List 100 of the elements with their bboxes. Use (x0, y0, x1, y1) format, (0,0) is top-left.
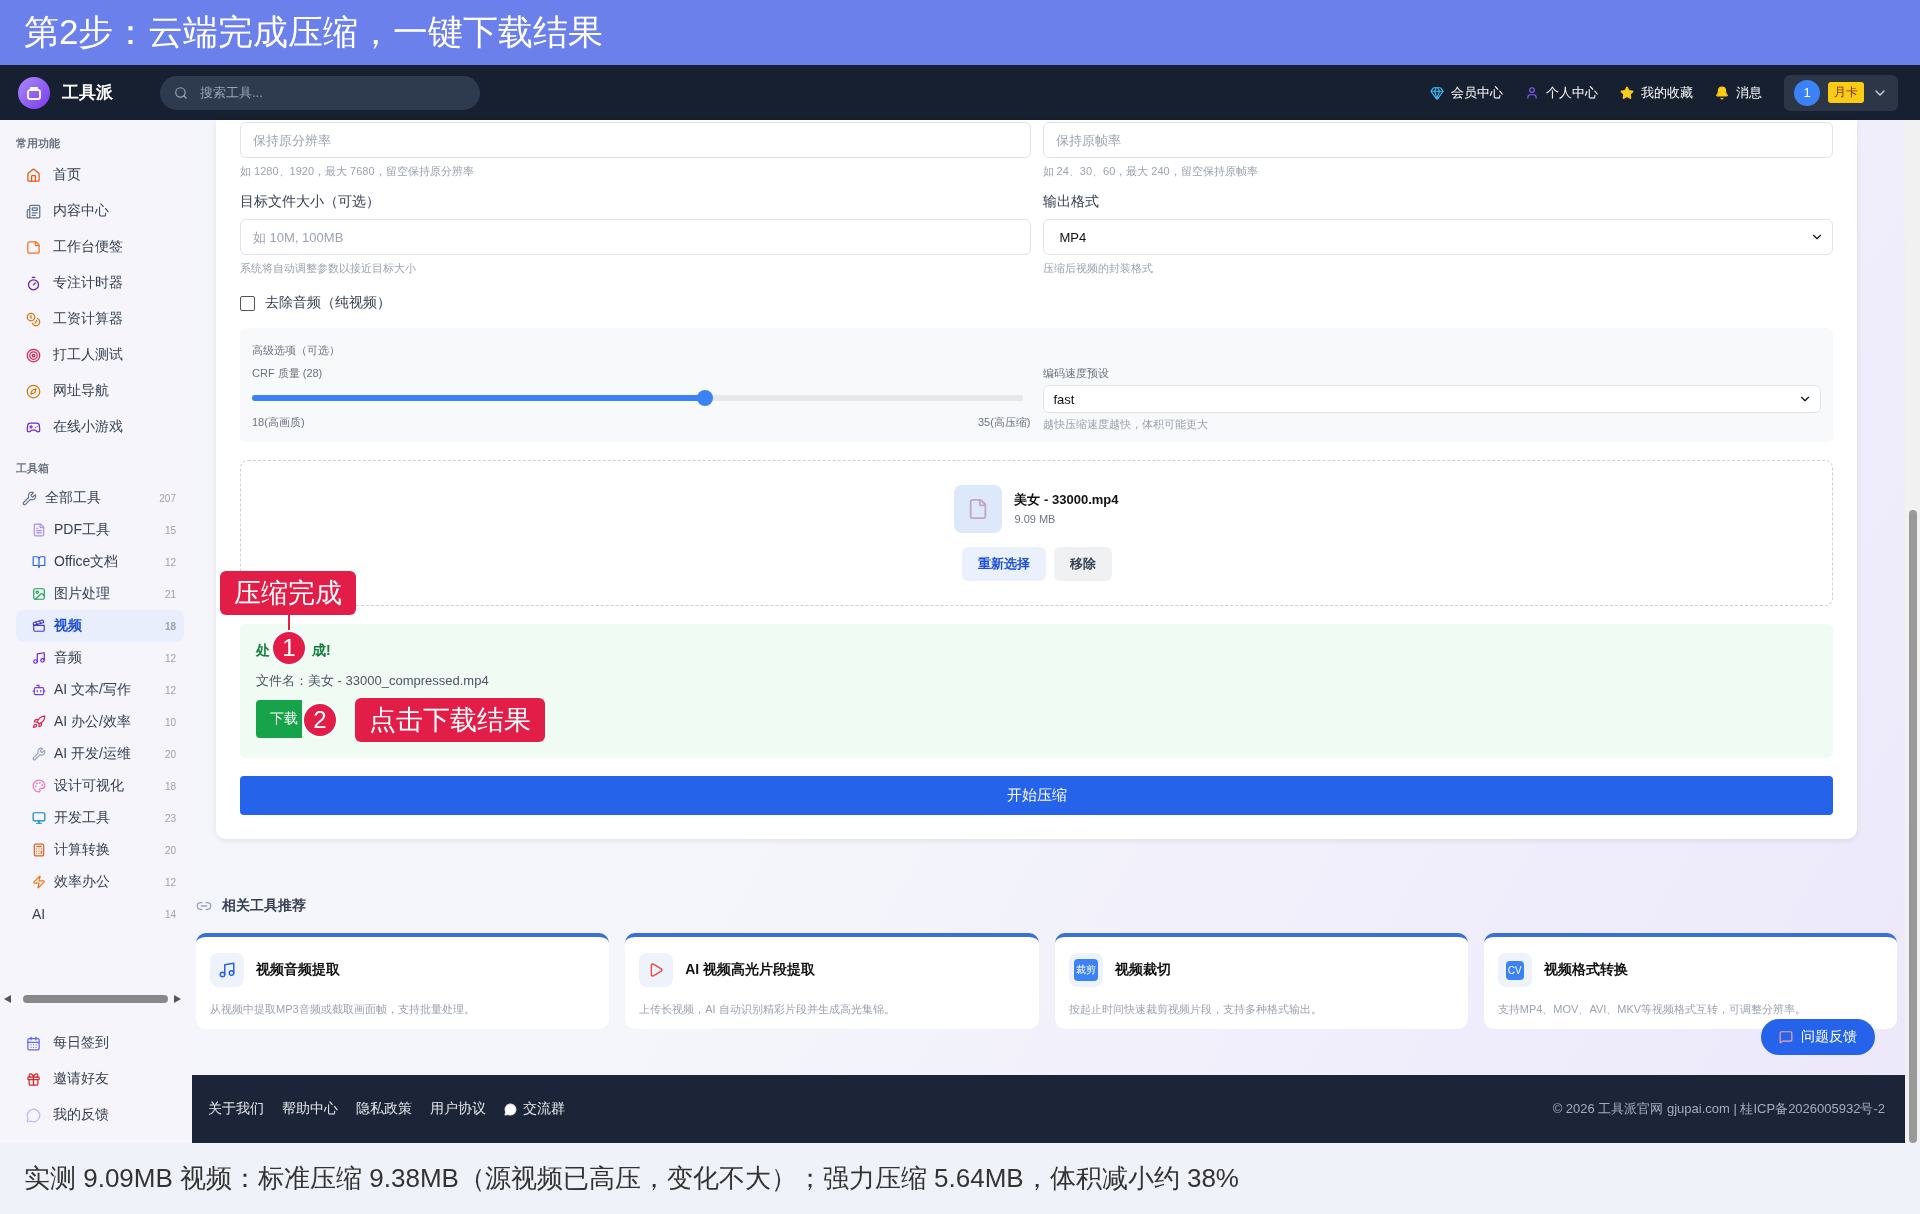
item-count: 18 (164, 620, 176, 632)
item-count: 15 (164, 524, 176, 536)
result-title: 成! (312, 642, 331, 660)
sidebar-item[interactable]: 视频 18 (16, 610, 184, 642)
slider-thumb[interactable] (697, 390, 714, 406)
sidebar-item[interactable]: 首页 (16, 157, 184, 193)
nav-link[interactable]: 会员中心 (1430, 83, 1503, 102)
item-count: 12 (164, 556, 176, 568)
scrollbar[interactable] (1905, 120, 1920, 1143)
remove-button[interactable]: 移除 (1053, 547, 1112, 581)
item-count: 20 (164, 748, 176, 760)
house-icon (26, 167, 41, 183)
resolution-field[interactable]: 保持原分辨率 (240, 122, 1031, 158)
tool-card[interactable]: 视频音频提取 从视频中提取MP3音频或截取画面帧，支持批量处理。 (196, 933, 610, 1029)
slider-label: CRF 质量 (28) (252, 366, 324, 381)
sidebar-item[interactable]: 专注计时器 (16, 265, 184, 301)
footer-link[interactable]: 隐私政策 (356, 1100, 412, 1118)
sidebar-item[interactable]: 全部工具 207 (16, 482, 184, 514)
search-bar[interactable]: 搜索工具... (160, 75, 480, 110)
file-size-field[interactable]: 如 10M, 100MB (240, 219, 1031, 255)
robot-icon (32, 683, 46, 697)
field-hint: 越快压缩速度越快，体积可能更大 (1042, 417, 1209, 432)
sidebar-item[interactable]: 在线小游戏 (16, 409, 184, 445)
sidebar-item[interactable]: AI 开发/运维 20 (16, 738, 184, 770)
section-title: 相关工具推荐 (222, 897, 306, 915)
tools-icon (22, 490, 37, 506)
rocket-icon (32, 715, 46, 729)
field-hint: 压缩后视频的封装格式 (1042, 261, 1154, 276)
field-label: 编码速度预设 (1042, 366, 1110, 381)
frame-rate-field[interactable]: 保持原帧率 (1042, 122, 1833, 158)
result-file-name: 文件名：美女 - 33000_compressed.mp4 (256, 672, 490, 690)
scrollbar-thumb[interactable] (1908, 510, 1917, 1143)
tool-description: 从视频中提取MP3音频或截取画面帧，支持批量处理。 (210, 1003, 475, 1015)
logo-icon[interactable] (18, 76, 50, 109)
sidebar-item[interactable]: 设计可视化 18 (16, 770, 184, 802)
tool-card[interactable]: CV 视频格式转换 支持MP4、MOV、AVI、MKV等视频格式互转，可调整分辨率。 (1483, 933, 1897, 1029)
sidebar-item[interactable]: 图片处理 21 (16, 578, 184, 610)
feedback-icon (1779, 1030, 1793, 1044)
wrench-icon (32, 747, 46, 761)
footer-link[interactable]: 用户协议 (430, 1100, 486, 1118)
reselect-button[interactable]: 重新选择 (961, 547, 1046, 581)
sidebar-item[interactable]: 开发工具 23 (16, 802, 184, 834)
scroll-right-icon[interactable] (174, 995, 181, 1003)
sidebar-item[interactable]: AI 办公/效率 10 (16, 706, 184, 738)
book-icon (32, 555, 46, 569)
scroll-left-icon[interactable] (4, 995, 11, 1003)
user-menu-button[interactable]: 1 月卡 (1784, 74, 1898, 111)
note-icon (26, 239, 41, 255)
sidebar-item[interactable]: 打工人测试 (16, 337, 184, 373)
slider-min-label: 18(高画质) (252, 415, 305, 430)
sidebar-item[interactable]: PDF工具 15 (16, 514, 184, 546)
tag-icon: CV (1505, 960, 1524, 980)
file-size: 9.09 MB (1014, 513, 1056, 525)
file-name: 美女 - 33000.mp4 (1014, 491, 1119, 509)
gift-icon (26, 1071, 41, 1087)
sidebar-item[interactable]: 网址导航 (16, 373, 184, 409)
target-icon (26, 347, 41, 363)
compass-icon (26, 383, 41, 399)
sidebar-item[interactable]: AI 14 (16, 898, 184, 930)
item-count: 10 (164, 716, 176, 728)
footer-link[interactable]: 帮助中心 (282, 1100, 338, 1118)
scrollbar-thumb[interactable] (23, 995, 168, 1003)
tool-title: 视频音频提取 (256, 961, 340, 979)
field-hint: 如 24、30、60，最大 240，留空保持原帧率 (1042, 164, 1259, 179)
sidebar-item[interactable]: 每日签到 (16, 1025, 184, 1061)
chat-icon (504, 1102, 517, 1116)
user-icon (1525, 85, 1539, 100)
item-count: 14 (164, 908, 176, 920)
start-compress-button[interactable]: 开始压缩 (240, 776, 1833, 815)
star-icon (1620, 85, 1634, 100)
tool-description: 上传长视频，AI 自动识别精彩片段并生成高光集锦。 (639, 1003, 895, 1015)
music-icon (210, 953, 244, 987)
site-name[interactable]: 工具派 (62, 81, 160, 104)
music-note-icon (32, 651, 46, 665)
picture-icon (32, 587, 46, 601)
sidebar-item[interactable]: 我的反馈 (16, 1097, 184, 1133)
sidebar-item[interactable]: 计算转换 20 (16, 834, 184, 866)
nav-link[interactable]: 消息 (1715, 83, 1762, 102)
nav-link[interactable]: 个人中心 (1525, 83, 1598, 102)
footer-link[interactable]: 交流群 (504, 1100, 565, 1118)
sidebar-item[interactable]: 工资计算器 (16, 301, 184, 337)
sidebar-item[interactable]: 工作台便签 (16, 229, 184, 265)
sidebar-item[interactable]: 效率办公 12 (16, 866, 184, 898)
feedback-button[interactable]: 问题反馈 (1761, 1019, 1875, 1055)
document-icon (32, 523, 46, 537)
search-field[interactable]: 搜索工具... (198, 84, 466, 101)
tool-card[interactable]: 裁剪 视频裁切 按起止时间快速裁剪视频片段，支持多种格式输出。 (1054, 933, 1468, 1029)
sidebar-item[interactable]: 邀请好友 (16, 1061, 184, 1097)
preset-select[interactable]: fast (1042, 385, 1821, 413)
sidebar-item[interactable]: AI 文本/写作 12 (16, 674, 184, 706)
sidebar-item[interactable]: Office文档 12 (16, 546, 184, 578)
sidebar-item[interactable]: 内容中心 (16, 193, 184, 229)
sidebar-item[interactable]: 音频 12 (16, 642, 184, 674)
tool-card[interactable]: AI 视频高光片段提取 上传长视频，AI 自动识别精彩片段并生成高光集锦。 (625, 933, 1039, 1029)
monitor-icon (32, 811, 46, 825)
format-select[interactable]: MP4 (1042, 219, 1833, 255)
calendar-icon (26, 1035, 41, 1051)
footer-link[interactable]: 关于我们 (208, 1100, 264, 1118)
nav-link[interactable]: 我的收藏 (1620, 83, 1693, 102)
checkbox[interactable] (240, 295, 255, 311)
